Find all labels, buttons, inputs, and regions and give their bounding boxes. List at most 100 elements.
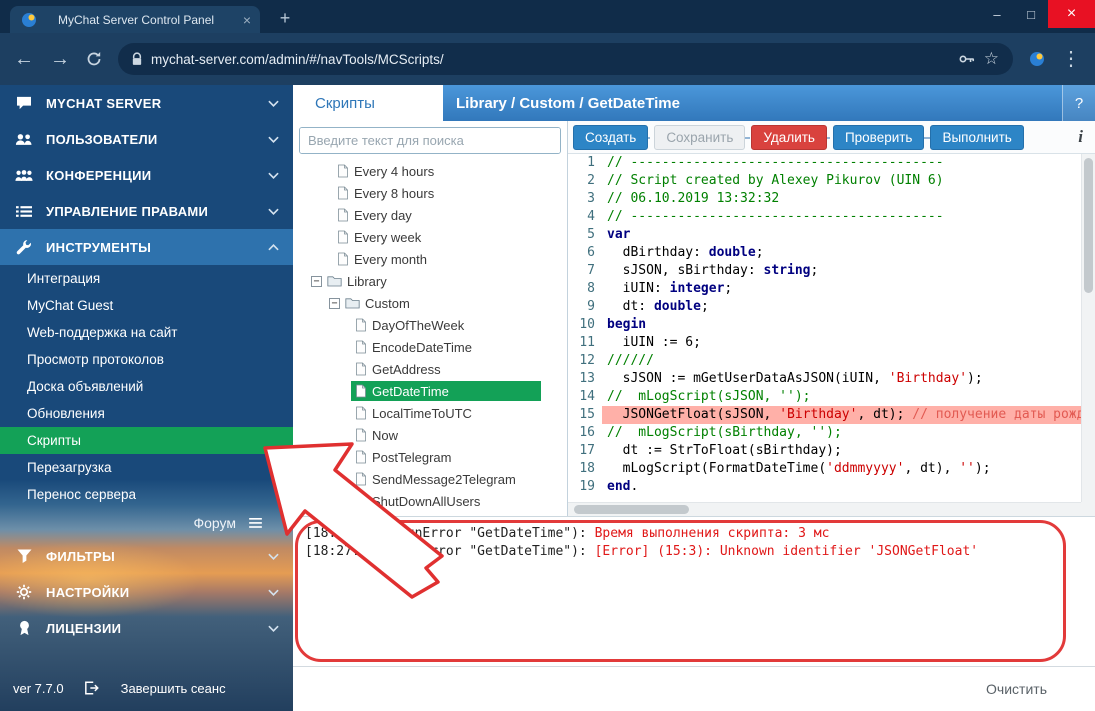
close-window-button[interactable]: × xyxy=(1048,0,1095,28)
sidebar-item[interactable]: ФИЛЬТРЫ xyxy=(0,538,293,574)
content-area: Every 4 hours Every 8 hours Every day Every… xyxy=(293,121,1095,516)
code-line: 14// mLogScript(sJSON, ''); xyxy=(568,388,1081,406)
sidebar-subitem[interactable]: Перезагрузка xyxy=(0,454,293,481)
address-bar[interactable]: mychat-server.com/admin/#/navTools/MCScr… xyxy=(118,43,1013,75)
forward-button[interactable]: → xyxy=(50,49,70,69)
browser-window: MyChat Server Control Panel × + – □ × ← … xyxy=(0,0,1095,711)
tree-item[interactable]: GetDateTime xyxy=(293,380,567,402)
forum-link[interactable]: Форум xyxy=(0,508,293,538)
file-icon xyxy=(355,340,367,354)
sidebar-item[interactable]: ПОЛЬЗОВАТЕЛИ xyxy=(0,121,293,157)
sidebar-item-label: НАСТРОЙКИ xyxy=(46,585,268,600)
tree-item[interactable]: Every 4 hours xyxy=(293,160,567,182)
check-button[interactable]: Проверить xyxy=(833,125,925,150)
tree-item[interactable]: LocalTimeToUTC xyxy=(293,402,567,424)
sidebar-item-label: MYCHAT SERVER xyxy=(46,96,268,111)
tree-item-label: LocalTimeToUTC xyxy=(372,406,472,421)
editor-panel: СоздатьСохранитьУдалитьПроверитьВыполнит… xyxy=(568,121,1095,516)
file-icon xyxy=(355,494,367,508)
help-button[interactable]: ? xyxy=(1062,85,1095,121)
back-button[interactable]: ← xyxy=(14,49,34,69)
delete-button[interactable]: Удалить xyxy=(751,125,827,150)
code-line: 16// mLogScript(sBirthday, ''); xyxy=(568,424,1081,442)
vertical-scrollbar-thumb[interactable] xyxy=(1084,158,1093,293)
logout-label: Завершить сеанс xyxy=(121,681,226,696)
tree-item-label: SendMessage2Telegram xyxy=(372,472,516,487)
sidebar-subitem[interactable]: Просмотр протоколов xyxy=(0,346,293,373)
sidebar-subitem[interactable]: Обновления xyxy=(0,400,293,427)
minimize-button[interactable]: – xyxy=(980,0,1014,28)
chevron-down-icon xyxy=(268,625,279,632)
tab-close-icon[interactable]: × xyxy=(243,13,251,27)
save-button[interactable]: Сохранить xyxy=(654,125,745,150)
sidebar-item[interactable]: УПРАВЛЕНИЕ ПРАВАМИ xyxy=(0,193,293,229)
sidebar-item[interactable]: ИНСТРУМЕНТЫ xyxy=(0,229,293,265)
sidebar-subitem[interactable]: MyChat Guest xyxy=(0,292,293,319)
horizontal-scrollbar[interactable] xyxy=(568,502,1081,516)
tree-expander[interactable]: − xyxy=(311,276,322,287)
tree-expander[interactable]: − xyxy=(329,298,340,309)
browser-tab[interactable]: MyChat Server Control Panel × xyxy=(10,6,260,33)
info-icon[interactable]: i xyxy=(1078,127,1083,147)
tree-item[interactable]: Now xyxy=(293,424,567,446)
tree-item[interactable]: GetAddress xyxy=(293,358,567,380)
vertical-scrollbar[interactable] xyxy=(1081,154,1095,502)
clear-log-button[interactable]: Очистить xyxy=(947,681,1047,697)
tab-scripts[interactable]: Скрипты xyxy=(293,85,443,121)
tree-item[interactable]: PostTelegram xyxy=(293,446,567,468)
tree-item[interactable]: − Library xyxy=(293,270,567,292)
hamburger-icon[interactable] xyxy=(245,518,265,528)
tree-item[interactable]: Every day xyxy=(293,204,567,226)
bookmark-star-icon[interactable]: ☆ xyxy=(984,49,999,69)
reload-button[interactable] xyxy=(86,51,102,67)
sidebar-item[interactable]: MYCHAT SERVER xyxy=(0,85,293,121)
tree-item[interactable]: Every 8 hours xyxy=(293,182,567,204)
tree-item[interactable]: DayOfTheWeek xyxy=(293,314,567,336)
sidebar-item[interactable]: НАСТРОЙКИ xyxy=(0,574,293,610)
tree-item[interactable]: ShutDownAllUsers xyxy=(293,490,567,512)
sidebar-tools-submenu: Интеграция MyChat Guest Web-поддержка на с… xyxy=(0,265,293,508)
browser-menu-icon[interactable]: ⋮ xyxy=(1061,49,1081,69)
extension-icon[interactable] xyxy=(1029,51,1045,67)
code-line: 10begin xyxy=(568,316,1081,334)
tree-item[interactable]: Every month xyxy=(293,248,567,270)
url-text[interactable]: mychat-server.com/admin/#/navTools/MCScr… xyxy=(151,52,950,67)
browser-navbar: ← → mychat-server.com/admin/#/navTools/M… xyxy=(0,33,1095,85)
create-button[interactable]: Создать xyxy=(573,125,648,150)
code-line: 1// ------------------------------------… xyxy=(568,154,1081,172)
clear-log-label: Очистить xyxy=(986,681,1047,697)
log-line: [18:27:42] (RunError "GetDateTime"): [Er… xyxy=(305,543,1055,561)
sidebar-subitem[interactable]: Скрипты xyxy=(0,427,293,454)
sidebar-item[interactable]: ЛИЦЕНЗИИ xyxy=(0,610,293,646)
tree-item[interactable]: −Custom xyxy=(293,292,567,314)
sidebar-subitem[interactable]: Web-поддержка на сайт xyxy=(0,319,293,346)
maximize-button[interactable]: □ xyxy=(1014,0,1048,28)
sidebar-subitem[interactable]: Интеграция xyxy=(0,265,293,292)
file-icon xyxy=(337,186,349,200)
code-line: 2// Script created by Alexey Pikurov (UI… xyxy=(568,172,1081,190)
horizontal-scrollbar-thumb[interactable] xyxy=(574,505,689,514)
code-line: 4// ------------------------------------… xyxy=(568,208,1081,226)
key-icon[interactable] xyxy=(959,54,975,64)
tree-item-label: Every week xyxy=(354,230,421,245)
tree-item[interactable]: Every week xyxy=(293,226,567,248)
tree-item[interactable]: EncodeDateTime xyxy=(293,336,567,358)
file-icon xyxy=(355,362,367,376)
file-icon xyxy=(355,428,367,442)
sidebar-subitem[interactable]: Доска объявлений xyxy=(0,373,293,400)
new-tab-button[interactable]: + xyxy=(272,6,298,30)
search-input[interactable] xyxy=(300,128,560,153)
run-button[interactable]: Выполнить xyxy=(930,125,1023,150)
sidebar-item[interactable]: КОНФЕРЕНЦИИ xyxy=(0,157,293,193)
logout-button[interactable]: Завершить сеанс xyxy=(82,681,226,696)
code-editor[interactable]: 1// ------------------------------------… xyxy=(568,154,1081,502)
sidebar-item-label: КОНФЕРЕНЦИИ xyxy=(46,168,268,183)
file-icon xyxy=(355,406,367,420)
sidebar-subitem-label: MyChat Guest xyxy=(27,298,113,313)
bottom-bar: Очистить xyxy=(293,666,1095,711)
tree-item-label: Every 8 hours xyxy=(354,186,434,201)
tree-item-label: Library xyxy=(347,274,387,289)
sidebar-subitem[interactable]: Перенос сервера xyxy=(0,481,293,508)
tree-item-label: GetAddress xyxy=(372,362,441,377)
tree-item[interactable]: SendMessage2Telegram xyxy=(293,468,567,490)
